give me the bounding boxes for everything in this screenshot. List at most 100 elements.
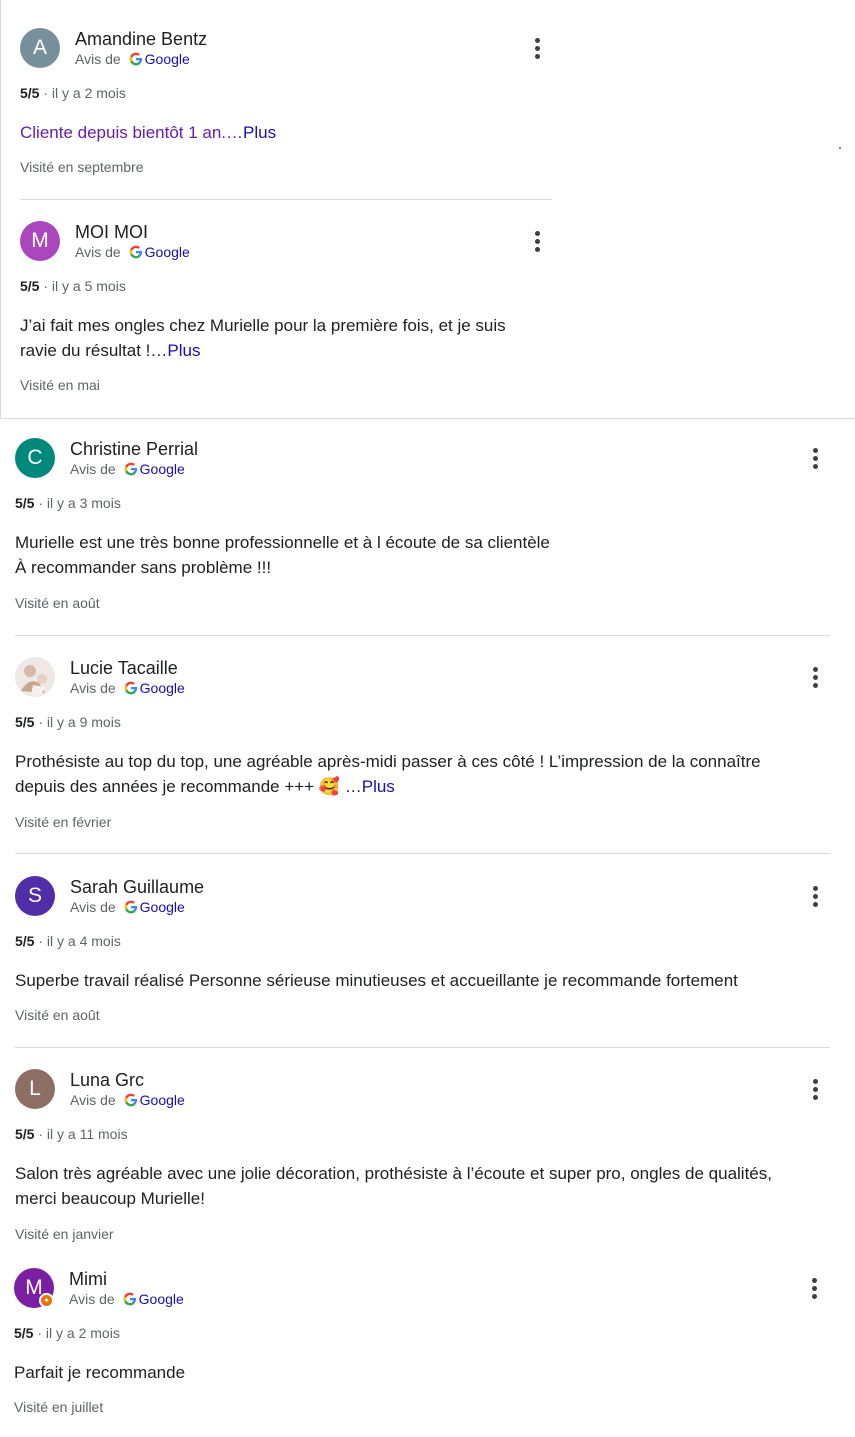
more-options-icon[interactable]: [809, 1278, 819, 1302]
stray-dot: [839, 147, 841, 149]
more-link[interactable]: Plus: [243, 123, 276, 142]
photo-avatar-icon[interactable]: [15, 657, 55, 697]
review-card: S Sarah Guillaume Avis de Google 5/5 · i…: [15, 876, 830, 1036]
google-icon: [124, 1093, 137, 1107]
google-icon: [124, 462, 137, 476]
local-guide-badge-icon: ✦: [39, 1293, 54, 1308]
rating-score: 5/5: [15, 495, 35, 511]
review-time: · il y a 3 mois: [38, 495, 121, 511]
review-card: L Luna Grc Avis de Google 5/5 · il y a 1…: [15, 1069, 830, 1249]
review-time: · il y a 2 mois: [37, 1325, 120, 1341]
avatar[interactable]: A: [20, 28, 60, 68]
more-options-icon[interactable]: [810, 886, 820, 910]
divider: [20, 199, 552, 200]
review-time: · il y a 5 mois: [43, 278, 126, 294]
google-icon: [124, 681, 137, 695]
rating: 5/5 · il y a 3 mois: [15, 495, 121, 511]
more-options-icon[interactable]: [532, 231, 542, 255]
more-link[interactable]: Plus: [362, 777, 395, 796]
review-text[interactable]: Superbe travail réalisé Personne sérieus…: [15, 968, 830, 993]
more-options-icon[interactable]: [810, 667, 820, 691]
review-text-line: À recommander sans problème !!!: [15, 558, 272, 577]
source-google-label[interactable]: Google: [145, 51, 190, 67]
source-google-label[interactable]: Google: [140, 680, 185, 696]
google-icon: [129, 52, 142, 66]
google-icon: [124, 900, 137, 914]
rating-score: 5/5: [15, 1126, 35, 1142]
review-time: · il y a 11 mois: [38, 1126, 128, 1142]
review-card: C Christine Perrial Avis de Google 5/5 ·…: [15, 438, 830, 618]
review-text[interactable]: Parfait je recommande: [14, 1360, 804, 1385]
reviewer-name[interactable]: Mimi: [69, 1269, 107, 1290]
divider: [15, 635, 830, 636]
source-prefix: Avis de: [75, 244, 121, 260]
rating-score: 5/5: [15, 714, 35, 730]
source-google-label[interactable]: Google: [140, 461, 185, 477]
source-prefix: Avis de: [70, 899, 116, 915]
review-source: Avis de Google: [70, 461, 185, 477]
more-options-icon[interactable]: [532, 38, 542, 62]
source-prefix: Avis de: [75, 51, 121, 67]
source-prefix: Avis de: [69, 1291, 115, 1307]
rating: 5/5 · il y a 11 mois: [15, 1126, 128, 1142]
reviewer-name[interactable]: Amandine Bentz: [75, 29, 207, 50]
reviewer-name[interactable]: Luna Grc: [70, 1070, 144, 1091]
reviewer-name[interactable]: Sarah Guillaume: [70, 877, 204, 898]
avatar[interactable]: M: [20, 221, 60, 261]
review-text[interactable]: Murielle est une très bonne professionne…: [15, 530, 830, 580]
visit-date: Visité en juillet: [14, 1399, 104, 1415]
review-text-line: Murielle est une très bonne professionne…: [15, 533, 550, 552]
review-text[interactable]: Prothésiste au top du top, une agréable …: [15, 749, 815, 799]
source-google-label[interactable]: Google: [145, 244, 190, 260]
review-time: · il y a 2 mois: [43, 85, 126, 101]
google-icon: [123, 1292, 136, 1306]
review-source: Avis de Google: [70, 1092, 185, 1108]
review-source: Avis de Google: [70, 899, 185, 915]
rating: 5/5 · il y a 9 mois: [15, 714, 121, 730]
rating: 5/5 · il y a 2 mois: [20, 85, 126, 101]
review-time: · il y a 9 mois: [38, 714, 121, 730]
review-card: A Amandine Bentz Avis de Google 5/5 · il…: [20, 28, 560, 188]
review-source: Avis de Google: [69, 1291, 184, 1307]
review-source: Avis de Google: [75, 244, 190, 260]
reviewer-name[interactable]: Christine Perrial: [70, 439, 198, 460]
review-time: · il y a 4 mois: [38, 933, 121, 949]
review-source: Avis de Google: [75, 51, 190, 67]
source-prefix: Avis de: [70, 461, 116, 477]
review-card: M MOI MOI Avis de Google 5/5 · il y a 5 …: [20, 221, 560, 401]
rating-score: 5/5: [20, 85, 40, 101]
review-text[interactable]: J’ai fait mes ongles chez Murielle pour …: [20, 313, 545, 363]
source-google-label[interactable]: Google: [140, 1092, 185, 1108]
avatar[interactable]: M ✦: [14, 1268, 54, 1308]
review-text[interactable]: Salon très agréable avec une jolie décor…: [15, 1161, 805, 1211]
avatar[interactable]: S: [15, 876, 55, 916]
visit-date: Visité en janvier: [15, 1226, 114, 1242]
source-google-label[interactable]: Google: [140, 899, 185, 915]
visit-date: Visité en février: [15, 814, 112, 830]
reviewer-name[interactable]: Lucie Tacaille: [70, 658, 178, 679]
rating: 5/5 · il y a 4 mois: [15, 933, 121, 949]
rating: 5/5 · il y a 5 mois: [20, 278, 126, 294]
more-options-icon[interactable]: [810, 448, 820, 472]
source-prefix: Avis de: [70, 1092, 116, 1108]
more-options-icon[interactable]: [810, 1079, 820, 1103]
rating-score: 5/5: [15, 933, 35, 949]
source-google-label[interactable]: Google: [139, 1291, 184, 1307]
reviewer-name[interactable]: MOI MOI: [75, 222, 148, 243]
review-source: Avis de Google: [70, 680, 185, 696]
divider: [15, 853, 830, 854]
divider: [15, 1047, 830, 1048]
visit-date: Visité en août: [15, 1007, 100, 1023]
more-link[interactable]: Plus: [167, 341, 200, 360]
visit-date: Visité en mai: [20, 377, 100, 393]
avatar[interactable]: L: [15, 1069, 55, 1109]
rating: 5/5 · il y a 2 mois: [14, 1325, 120, 1341]
review-card: M ✦ Mimi Avis de Google 5/5 · il y a 2 m…: [14, 1268, 829, 1428]
review-card: Lucie Tacaille Avis de Google 5/5 · il y…: [15, 657, 830, 837]
visit-date: Visité en août: [15, 595, 100, 611]
google-icon: [129, 245, 142, 259]
avatar[interactable]: C: [15, 438, 55, 478]
rating-score: 5/5: [14, 1325, 34, 1341]
review-text[interactable]: Cliente depuis bientôt 1 an.…Plus: [20, 120, 560, 145]
rating-score: 5/5: [20, 278, 40, 294]
